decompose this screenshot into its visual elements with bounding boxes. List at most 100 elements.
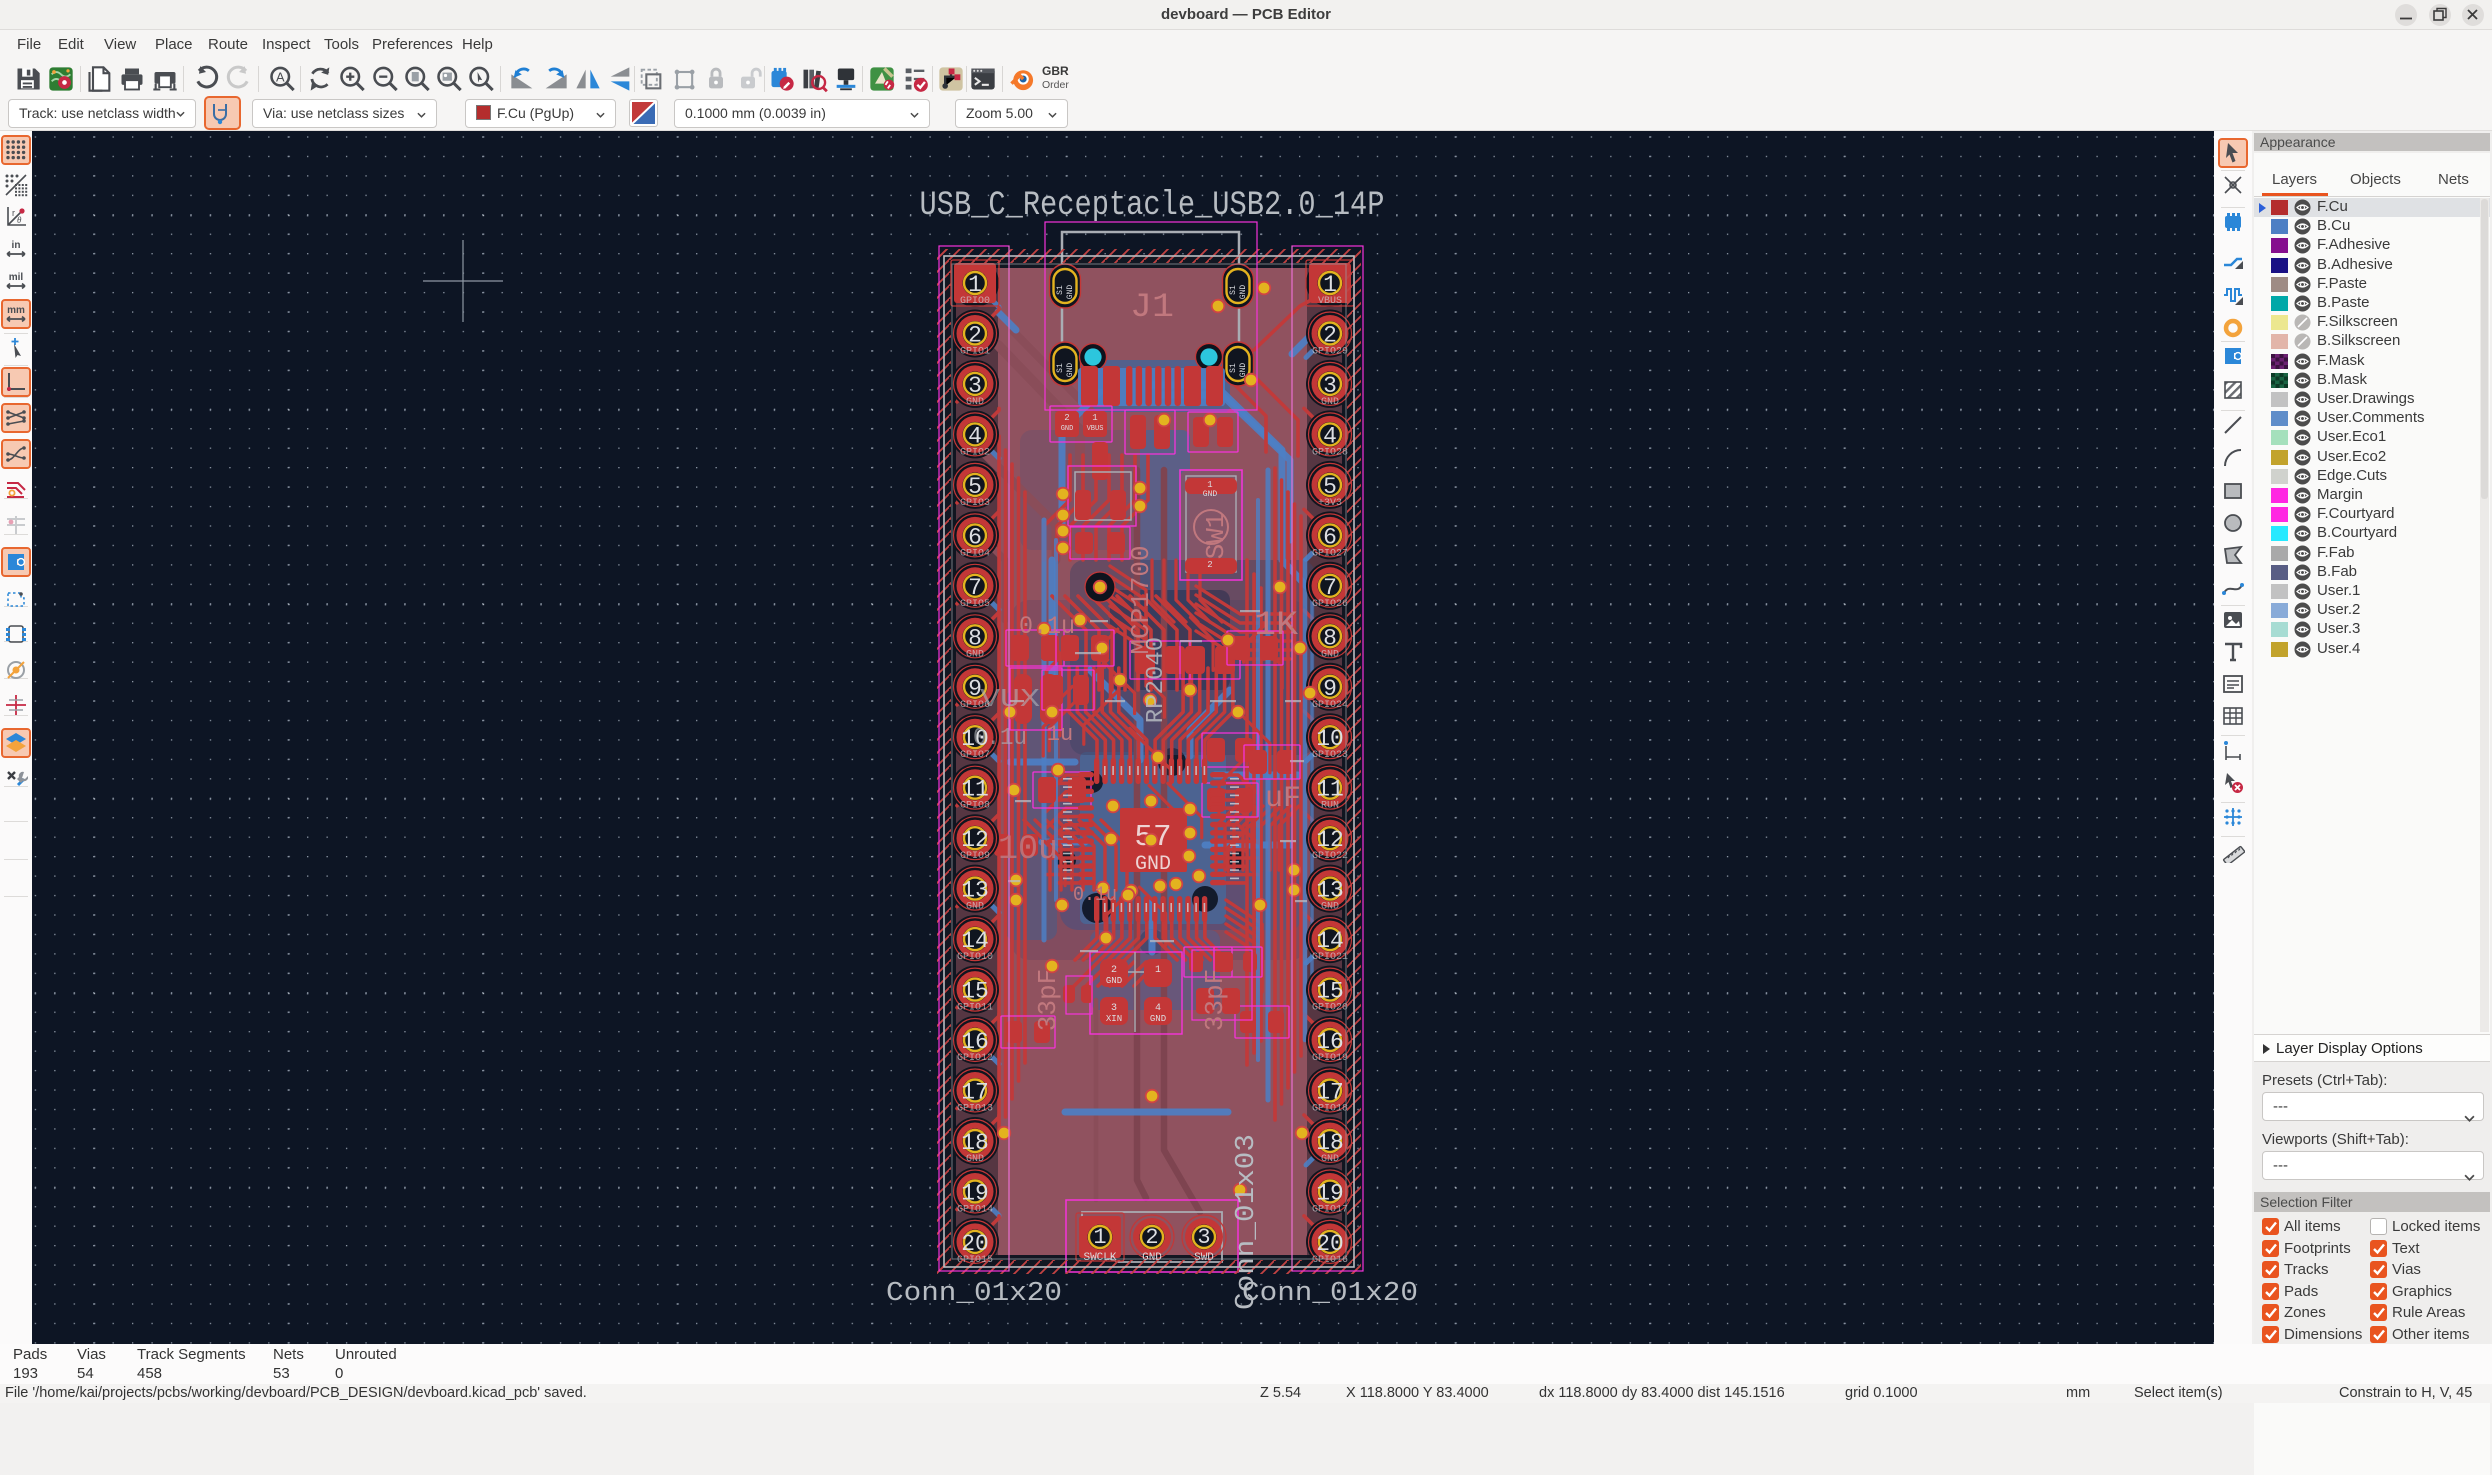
svg-text:GPIO19: GPIO19: [1312, 1053, 1348, 1064]
svg-text:8: 8: [968, 625, 982, 651]
svg-text:17: 17: [961, 1080, 989, 1106]
svg-text:GND: GND: [1106, 976, 1122, 986]
svg-text:GND: GND: [966, 397, 984, 408]
svg-text:S1: S1: [1056, 285, 1065, 295]
svg-text:GPIO22: GPIO22: [1312, 851, 1348, 862]
svg-text:2: 2: [1145, 1225, 1158, 1250]
svg-text:θ: θ: [17, 215, 22, 225]
svg-text:2: 2: [1111, 965, 1117, 976]
svg-text:20: 20: [961, 1231, 989, 1257]
svg-text:20: 20: [1316, 1231, 1344, 1257]
svg-text:14: 14: [961, 928, 989, 954]
svg-text:A: A: [276, 69, 285, 84]
svg-text:GND: GND: [1150, 1014, 1166, 1024]
svg-text:S1: S1: [1229, 363, 1238, 373]
svg-text:12: 12: [1316, 827, 1344, 853]
svg-text:11: 11: [1316, 777, 1344, 803]
svg-text:4: 4: [968, 423, 982, 449]
svg-text:3: 3: [1323, 373, 1337, 399]
svg-text:GPIO13: GPIO13: [957, 1104, 993, 1115]
svg-text:Conn_01x20: Conn_01x20: [886, 1279, 1062, 1309]
svg-text:USB_C_Receptacle_USB2.0_14P: USB_C_Receptacle_USB2.0_14P: [920, 187, 1385, 225]
svg-text:GND: GND: [966, 902, 984, 913]
svg-text:18: 18: [1316, 1130, 1344, 1156]
svg-text:11: 11: [961, 777, 989, 803]
svg-text:GPIO20: GPIO20: [1312, 1003, 1348, 1014]
svg-text:3: 3: [968, 373, 982, 399]
svg-text:3: 3: [1197, 1225, 1210, 1250]
svg-text:9: 9: [1323, 676, 1337, 702]
svg-text:2: 2: [1323, 323, 1337, 349]
svg-text:in: in: [12, 240, 21, 251]
svg-text:10: 10: [1316, 726, 1344, 752]
svg-text:GPIO1: GPIO1: [960, 347, 990, 358]
svg-text:1: 1: [1323, 272, 1337, 298]
svg-text:GND: GND: [1321, 397, 1339, 408]
svg-text:mm: mm: [7, 305, 25, 316]
svg-text:GPIO28: GPIO28: [1312, 447, 1348, 458]
svg-text:18: 18: [961, 1130, 989, 1156]
svg-text:GPIO11: GPIO11: [957, 1003, 993, 1014]
svg-text:GPIO14: GPIO14: [957, 1205, 993, 1216]
svg-text:XIN: XIN: [1106, 1014, 1122, 1024]
svg-text:GPIO27: GPIO27: [1312, 548, 1348, 559]
svg-text:0.1u: 0.1u: [973, 725, 1027, 752]
svg-text:2: 2: [1064, 413, 1069, 423]
svg-text:GPIO17: GPIO17: [1312, 1205, 1348, 1216]
svg-text:GND: GND: [1239, 285, 1248, 300]
svg-text:1: 1: [1092, 413, 1097, 423]
svg-text:12: 12: [961, 827, 989, 853]
svg-text:GND: GND: [1066, 285, 1075, 300]
svg-text:GPIO9: GPIO9: [960, 851, 990, 862]
svg-text:19: 19: [961, 1181, 989, 1207]
svg-text:GPIO10: GPIO10: [957, 952, 993, 963]
svg-text:4: 4: [1323, 423, 1337, 449]
svg-text:GPIO23: GPIO23: [1312, 750, 1348, 761]
svg-text:7: 7: [1323, 575, 1337, 601]
svg-text:2: 2: [1207, 560, 1212, 570]
svg-text:1u: 1u: [1047, 722, 1073, 747]
svg-text:S1: S1: [1229, 285, 1238, 295]
svg-text:19: 19: [1316, 1181, 1344, 1207]
svg-text:17: 17: [1316, 1080, 1344, 1106]
svg-text:r: r: [12, 208, 15, 218]
svg-text:16: 16: [961, 1029, 989, 1055]
svg-text:4: 4: [1155, 1003, 1161, 1014]
svg-text:1: 1: [1207, 480, 1212, 490]
svg-text:GND: GND: [1203, 490, 1218, 499]
svg-text:mil: mil: [9, 272, 24, 283]
svg-text:5: 5: [1323, 474, 1337, 500]
svg-text:7: 7: [968, 575, 982, 601]
svg-text:14: 14: [1316, 928, 1344, 954]
svg-text:5: 5: [968, 474, 982, 500]
svg-text:33pF: 33pF: [1033, 969, 1063, 1031]
svg-text:GPIO18: GPIO18: [1312, 1104, 1348, 1115]
svg-text:GPIO5: GPIO5: [960, 599, 990, 610]
svg-text:1: 1: [968, 272, 982, 298]
svg-text:GPIO2: GPIO2: [960, 447, 990, 458]
svg-text:GND: GND: [1135, 853, 1171, 876]
svg-text:GPIO4: GPIO4: [960, 548, 990, 559]
svg-text:2: 2: [968, 323, 982, 349]
svg-text:GPIO21: GPIO21: [1312, 952, 1348, 963]
svg-text:GND: GND: [1321, 902, 1339, 913]
svg-text:GND: GND: [966, 1154, 984, 1165]
svg-text:J1: J1: [1130, 289, 1174, 327]
svg-text:33pF: 33pF: [1200, 969, 1230, 1031]
svg-text:1K: 1K: [1254, 607, 1299, 645]
svg-text:Conn_01x03: Conn_01x03: [1232, 1134, 1262, 1310]
svg-text:+3V3: +3V3: [1318, 498, 1342, 509]
svg-text:GND: GND: [1061, 425, 1074, 433]
svg-text:VBUS: VBUS: [1087, 425, 1104, 433]
svg-text:GND: GND: [966, 649, 984, 660]
svg-text:VBUS: VBUS: [1318, 296, 1342, 307]
svg-text:S1: S1: [1056, 363, 1065, 373]
svg-text:1: 1: [1093, 1225, 1106, 1250]
svg-text:GND: GND: [1321, 1154, 1339, 1165]
svg-text:10u: 10u: [998, 831, 1058, 869]
svg-text:GPIO8: GPIO8: [960, 801, 990, 812]
svg-text:GND: GND: [1321, 649, 1339, 660]
svg-text:0.1u: 0.1u: [1073, 884, 1117, 907]
svg-text:GPIO12: GPIO12: [957, 1053, 993, 1064]
svg-text:RP2040: RP2040: [1143, 637, 1170, 723]
